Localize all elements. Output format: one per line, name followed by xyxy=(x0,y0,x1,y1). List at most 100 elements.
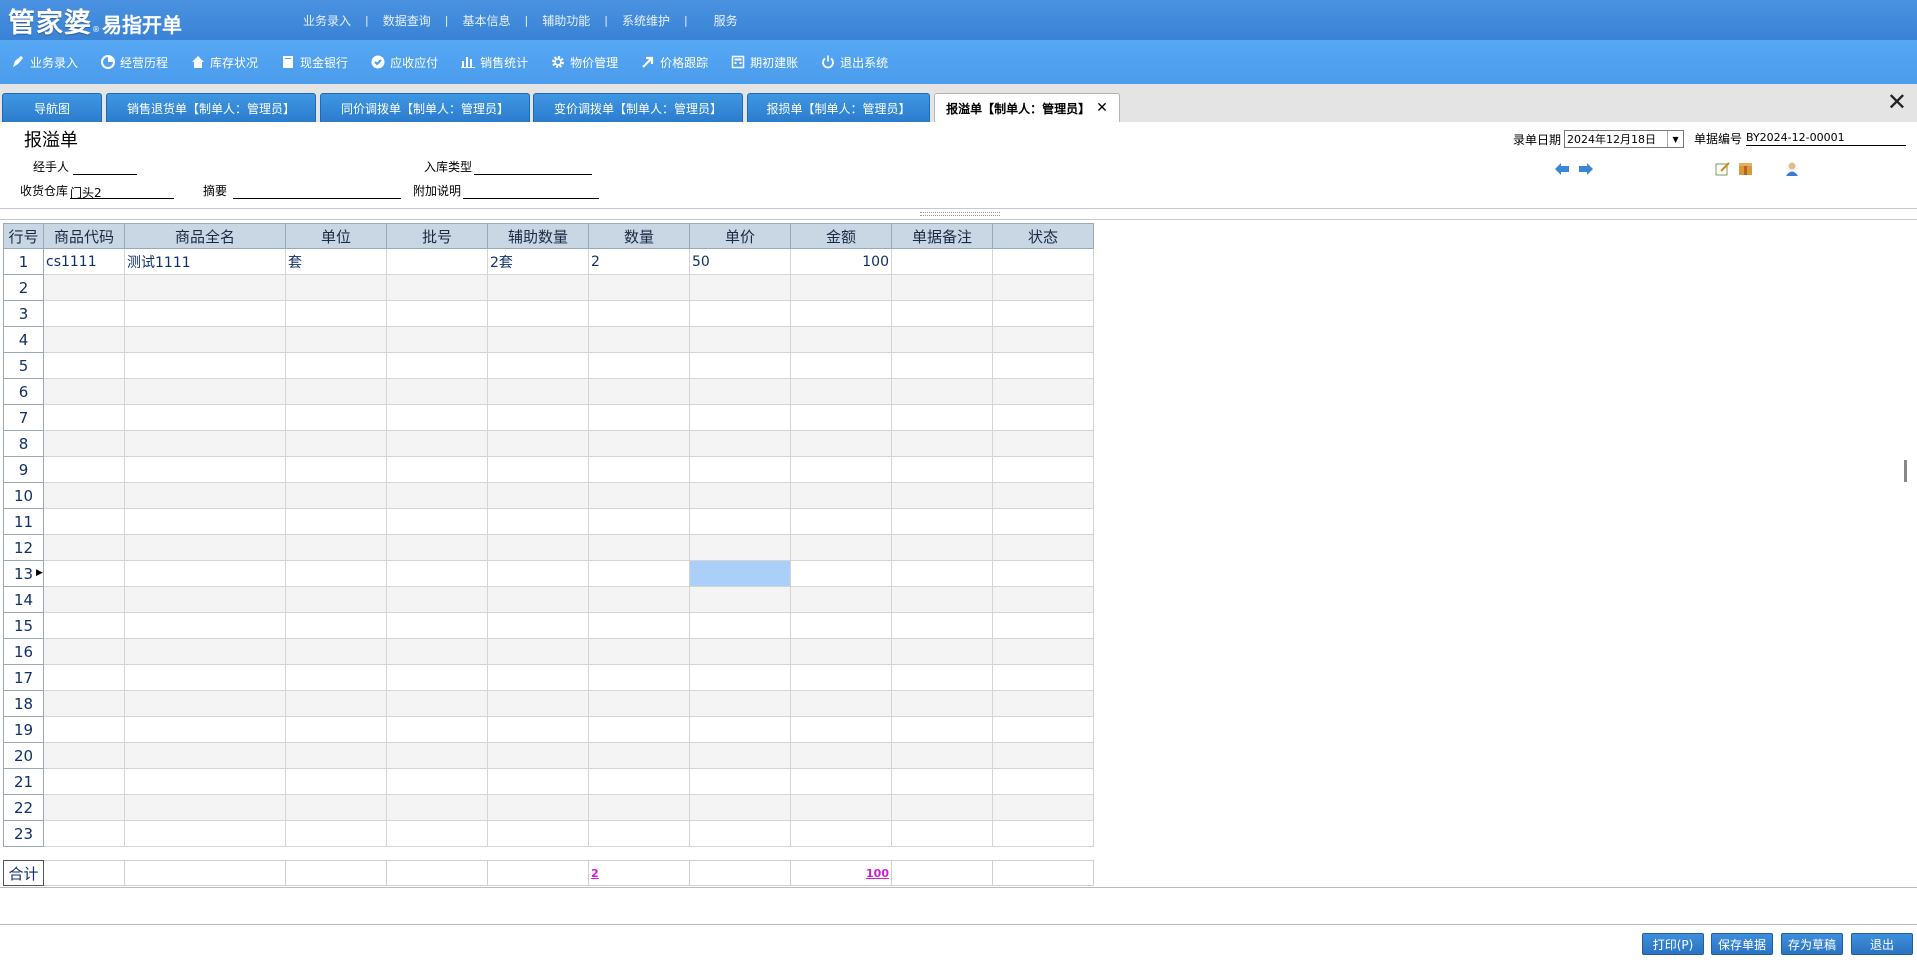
tab-overflow-report[interactable]: 报溢单【制单人：管理员】 ✕ xyxy=(934,93,1120,122)
table-cell[interactable] xyxy=(790,456,892,483)
row-number[interactable]: 9 xyxy=(3,456,44,483)
table-cell[interactable] xyxy=(689,690,791,717)
column-header[interactable]: 批号 xyxy=(386,223,488,249)
row-number[interactable]: 19 xyxy=(3,716,44,743)
table-cell[interactable] xyxy=(124,378,286,405)
table-cell[interactable] xyxy=(790,794,892,821)
table-cell[interactable] xyxy=(689,586,791,613)
table-cell[interactable] xyxy=(487,690,589,717)
table-cell[interactable] xyxy=(43,456,125,483)
table-cell[interactable] xyxy=(43,638,125,665)
row-number[interactable]: 7 xyxy=(3,404,44,431)
table-cell[interactable] xyxy=(124,794,286,821)
table-cell[interactable] xyxy=(487,560,589,587)
table-cell[interactable] xyxy=(285,716,387,743)
table-cell[interactable] xyxy=(992,768,1094,795)
toolbar-price-tracking[interactable]: 价格跟踪 xyxy=(640,54,708,71)
table-cell[interactable] xyxy=(386,586,488,613)
table-cell[interactable] xyxy=(588,794,690,821)
summary-input[interactable] xyxy=(233,184,402,199)
row-number[interactable]: 22 xyxy=(3,794,44,821)
table-cell[interactable] xyxy=(588,300,690,327)
table-cell[interactable] xyxy=(891,534,993,561)
table-cell[interactable] xyxy=(285,508,387,535)
warehouse-field[interactable]: 收货仓库 门头2 xyxy=(20,182,175,200)
table-cell[interactable] xyxy=(992,716,1094,743)
table-cell[interactable] xyxy=(124,560,286,587)
table-cell[interactable] xyxy=(891,820,993,847)
table-cell[interactable] xyxy=(689,638,791,665)
table-cell[interactable] xyxy=(790,612,892,639)
table-cell[interactable] xyxy=(285,274,387,301)
tab-same-price-transfer[interactable]: 同价调拨单【制单人：管理员】 xyxy=(320,93,530,122)
close-all-icon[interactable]: ✕ xyxy=(1887,90,1907,114)
row-number[interactable]: 3 xyxy=(3,300,44,327)
table-cell[interactable] xyxy=(992,664,1094,691)
total-quantity[interactable]: 2 xyxy=(591,867,599,880)
table-cell[interactable] xyxy=(891,352,993,379)
table-cell[interactable] xyxy=(386,690,488,717)
row-number[interactable]: 18 xyxy=(3,690,44,717)
table-cell[interactable] xyxy=(124,742,286,769)
table-cell[interactable] xyxy=(588,612,690,639)
table-cell[interactable] xyxy=(992,508,1094,535)
next-arrow-icon[interactable] xyxy=(1578,162,1594,179)
table-cell[interactable] xyxy=(487,326,589,353)
row-number[interactable]: 4 xyxy=(3,326,44,353)
close-tab-icon[interactable]: ✕ xyxy=(1096,100,1108,116)
table-cell[interactable] xyxy=(487,638,589,665)
package-icon[interactable] xyxy=(1738,162,1754,179)
table-cell[interactable] xyxy=(386,274,488,301)
instock-type-input[interactable] xyxy=(474,160,593,175)
table-cell[interactable] xyxy=(124,638,286,665)
table-cell[interactable] xyxy=(992,378,1094,405)
toolbar-exit-system[interactable]: 退出系统 xyxy=(820,54,888,71)
table-cell[interactable] xyxy=(285,690,387,717)
table-cell[interactable] xyxy=(124,612,286,639)
row-number[interactable]: 10 xyxy=(3,482,44,509)
table-cell[interactable] xyxy=(487,664,589,691)
table-cell[interactable] xyxy=(386,716,488,743)
table-cell[interactable] xyxy=(43,534,125,561)
table-cell[interactable] xyxy=(285,768,387,795)
extra-note-field[interactable]: 附加说明 xyxy=(413,182,600,199)
table-cell[interactable] xyxy=(992,820,1094,847)
table-cell[interactable] xyxy=(790,404,892,431)
column-header[interactable]: 商品全名 xyxy=(124,223,286,249)
table-cell[interactable] xyxy=(386,326,488,353)
table-cell[interactable] xyxy=(992,690,1094,717)
table-cell[interactable] xyxy=(285,430,387,457)
table-cell[interactable]: 100 xyxy=(790,248,892,275)
table-cell[interactable] xyxy=(588,560,690,587)
toolbar-business-history[interactable]: 经营历程 xyxy=(100,54,168,71)
table-cell[interactable] xyxy=(487,508,589,535)
summary-field[interactable]: 摘要 xyxy=(203,182,402,199)
table-cell[interactable] xyxy=(124,404,286,431)
table-cell[interactable] xyxy=(285,404,387,431)
warehouse-input[interactable]: 门头2 xyxy=(70,184,175,200)
table-cell[interactable]: 50 xyxy=(689,248,791,275)
table-cell[interactable] xyxy=(124,534,286,561)
table-cell[interactable] xyxy=(487,820,589,847)
table-cell[interactable] xyxy=(285,612,387,639)
table-cell[interactable] xyxy=(992,300,1094,327)
table-cell[interactable] xyxy=(43,612,125,639)
table-cell[interactable] xyxy=(588,586,690,613)
table-cell[interactable] xyxy=(386,820,488,847)
table-cell[interactable] xyxy=(386,560,488,587)
tab-sales-return[interactable]: 销售退货单【制单人：管理员】 xyxy=(106,93,316,122)
table-cell[interactable] xyxy=(43,378,125,405)
table-cell[interactable] xyxy=(285,352,387,379)
table-cell[interactable] xyxy=(891,300,993,327)
table-cell[interactable] xyxy=(588,274,690,301)
table-cell[interactable] xyxy=(124,586,286,613)
table-cell[interactable] xyxy=(43,742,125,769)
table-cell[interactable] xyxy=(588,716,690,743)
table-cell[interactable] xyxy=(891,508,993,535)
table-cell[interactable] xyxy=(487,482,589,509)
table-cell[interactable] xyxy=(487,352,589,379)
table-cell[interactable] xyxy=(689,326,791,353)
table-cell[interactable] xyxy=(891,794,993,821)
table-cell[interactable] xyxy=(43,404,125,431)
table-cell[interactable] xyxy=(487,742,589,769)
